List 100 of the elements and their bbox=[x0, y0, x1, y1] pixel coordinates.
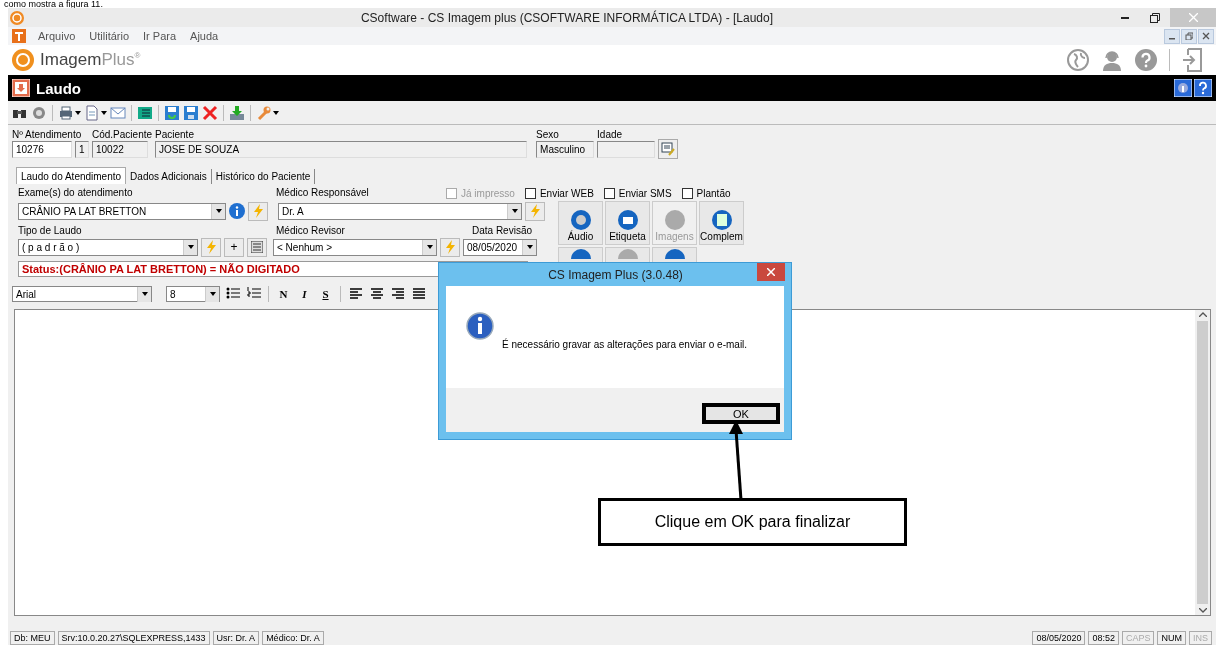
close-icon bbox=[1188, 13, 1198, 22]
align-left-icon bbox=[349, 287, 362, 299]
checkbox[interactable] bbox=[524, 188, 536, 199]
menu-item[interactable]: Utilitário bbox=[87, 30, 132, 42]
checkbox-label: Enviar WEB bbox=[539, 188, 594, 199]
exit-button[interactable] bbox=[1182, 48, 1202, 72]
action-button[interactable]: Complem bbox=[699, 201, 744, 245]
globe-button[interactable] bbox=[1067, 49, 1089, 71]
text-field[interactable]: 10276 bbox=[12, 141, 72, 158]
close-button[interactable] bbox=[757, 263, 785, 281]
caret-icon bbox=[273, 110, 279, 115]
field-label: Exame(s) do atendimento bbox=[18, 187, 134, 199]
field-label: Paciente bbox=[155, 129, 195, 141]
add-button[interactable]: + bbox=[224, 237, 244, 257]
dialog-message: É necessário gravar as alterações para enviar o e-mail. bbox=[502, 339, 748, 350]
edit-button[interactable] bbox=[658, 139, 679, 159]
checkbox[interactable] bbox=[681, 188, 693, 199]
menu-item[interactable]: Arquivo bbox=[36, 30, 78, 42]
caret-icon bbox=[511, 209, 518, 213]
field-label: Médico Responsável bbox=[276, 187, 370, 199]
font-dropdown[interactable]: Arial bbox=[12, 286, 152, 302]
minimize-icon bbox=[1121, 16, 1129, 19]
scrollbar[interactable] bbox=[1195, 310, 1210, 615]
document-icon bbox=[84, 104, 100, 121]
list-button[interactable] bbox=[247, 237, 267, 257]
status-panel: Usr: Dr. A bbox=[212, 631, 260, 645]
info-icon bbox=[466, 312, 494, 340]
tab[interactable]: Histórico do Paciente bbox=[211, 169, 316, 184]
delete-icon bbox=[202, 104, 218, 121]
text-field[interactable]: 1 bbox=[75, 141, 89, 158]
numbered-list-icon bbox=[246, 287, 261, 299]
restore-icon bbox=[1185, 32, 1193, 40]
up-caret-icon bbox=[1198, 312, 1207, 317]
caret-icon bbox=[426, 245, 433, 249]
document-text: como mostra a figura 11. bbox=[4, 0, 103, 8]
toolbar-button[interactable] bbox=[137, 104, 153, 121]
child-minimize-button[interactable] bbox=[1164, 28, 1180, 44]
tab[interactable]: Dados Adicionais bbox=[126, 169, 212, 184]
status-panel: INS bbox=[1189, 631, 1212, 645]
text-field[interactable]: 10022 bbox=[92, 141, 148, 158]
info-button[interactable] bbox=[1174, 79, 1192, 97]
ok-button[interactable]: OK bbox=[702, 403, 780, 424]
dropdown[interactable]: ( p a d r ã o ) bbox=[18, 238, 198, 256]
dropdown[interactable]: CRÂNIO PA LAT BRETTON bbox=[18, 202, 226, 220]
align-center-icon bbox=[370, 287, 383, 299]
field-label: Tipo de Laudo bbox=[18, 225, 83, 237]
close-icon bbox=[767, 268, 775, 276]
caret-icon bbox=[526, 245, 533, 249]
menu-item[interactable]: Ajuda bbox=[188, 30, 221, 42]
checkbox[interactable] bbox=[603, 188, 615, 199]
dropdown[interactable]: < Nenhum > bbox=[273, 238, 437, 256]
field-label: Cód.Paciente bbox=[92, 129, 153, 141]
toolbar-button[interactable] bbox=[256, 104, 279, 121]
justify-icon bbox=[412, 287, 425, 299]
text-field[interactable]: JOSE DE SOUZA bbox=[155, 141, 528, 158]
down-arrow-icon bbox=[12, 79, 30, 97]
info-icon bbox=[1174, 79, 1192, 97]
text-field[interactable]: Masculino bbox=[536, 141, 595, 158]
save-icon bbox=[183, 104, 199, 121]
app-logo-icon bbox=[10, 10, 24, 25]
info-button[interactable] bbox=[229, 203, 245, 219]
dialog-title: CS Imagem Plus (3.0.48) bbox=[547, 267, 684, 282]
menu-item[interactable]: Ir Para bbox=[141, 30, 179, 42]
font-size-dropdown[interactable]: 8 bbox=[166, 286, 220, 302]
date-picker[interactable]: 08/05/2020 bbox=[463, 238, 537, 256]
field-label: Idade bbox=[597, 129, 624, 141]
checkbox-label: Plantão bbox=[696, 188, 731, 199]
status-panel: NUM bbox=[1157, 631, 1186, 645]
child-close-button[interactable] bbox=[1198, 28, 1214, 44]
action-button[interactable]: Áudio bbox=[558, 201, 603, 245]
field-label: Nº Atendimento bbox=[12, 129, 83, 141]
toolbar-button[interactable] bbox=[58, 104, 81, 121]
support-button[interactable] bbox=[1101, 49, 1123, 71]
lightning-icon bbox=[251, 204, 265, 218]
format-button[interactable]: I bbox=[296, 285, 313, 303]
window-title: CSoftware - CS Imagem plus (CSOFTWARE INFORMÁTICA LTDA) - [Laudo] bbox=[359, 10, 775, 25]
format-button[interactable]: N bbox=[275, 285, 292, 303]
caret-icon bbox=[141, 292, 148, 296]
envelope-icon bbox=[110, 104, 126, 121]
help-button[interactable] bbox=[1194, 79, 1212, 97]
headset-person-icon bbox=[1101, 49, 1123, 71]
tab[interactable]: Laudo do Atendimento bbox=[16, 167, 127, 184]
help-button[interactable] bbox=[1135, 49, 1157, 71]
down-caret-icon bbox=[1198, 608, 1207, 613]
help-icon bbox=[1135, 49, 1157, 71]
checkbox-label: Enviar SMS bbox=[618, 188, 672, 199]
globe-icon bbox=[1067, 49, 1089, 71]
printer-icon bbox=[617, 210, 638, 230]
dropdown[interactable]: Dr. A bbox=[278, 202, 522, 220]
field-label: Médico Revisor bbox=[276, 225, 346, 237]
action-button[interactable]: Etiqueta bbox=[605, 201, 650, 245]
caret-icon bbox=[75, 110, 81, 115]
text-field[interactable] bbox=[597, 141, 656, 158]
status-panel: Db: MEU bbox=[10, 631, 55, 645]
child-restore-button[interactable] bbox=[1181, 28, 1197, 44]
toolbar-button[interactable] bbox=[84, 104, 107, 121]
field-label: Sexo bbox=[536, 129, 560, 141]
format-button[interactable]: S bbox=[317, 285, 334, 303]
field-label: Data Revisão bbox=[472, 225, 533, 237]
speaker-icon bbox=[570, 210, 591, 230]
